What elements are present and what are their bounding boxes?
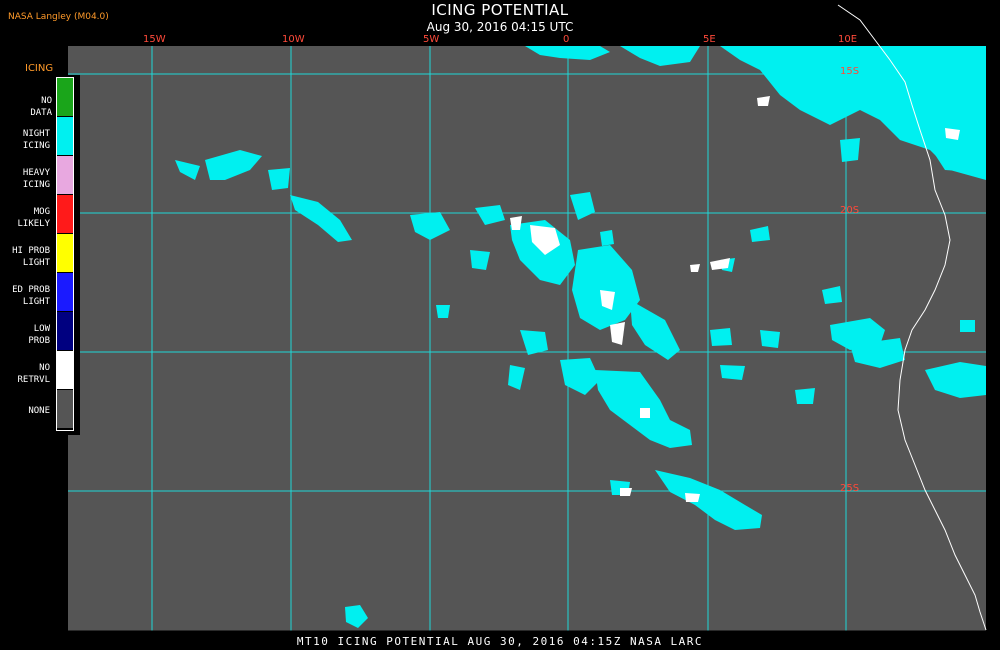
provider-label: NASA Langley (M04.0): [8, 12, 109, 22]
legend-label-mog-likely: MOG LIKELY: [17, 207, 50, 229]
icing-map: [68, 4, 987, 632]
lat-label-25s: 25S: [840, 483, 860, 494]
legend-label-night-icing: NIGHT ICING: [22, 129, 50, 151]
legend-label-none: NONE: [28, 406, 50, 416]
legend-label-heavy-icing: HEAVY ICING: [22, 168, 50, 190]
lat-label-15s: 15S: [840, 66, 860, 77]
legend-label-no-retrvl: NO RETRVL: [17, 363, 50, 385]
legend-label-low-prob: LOW PROB: [28, 324, 50, 346]
page-title: ICING POTENTIAL: [431, 1, 569, 19]
legend-title: ICING: [25, 63, 54, 74]
legend-label-no-data: NO DATA: [30, 96, 52, 118]
legend-frame: [56, 77, 74, 431]
lon-label-5w: 5W: [423, 34, 440, 45]
legend-label-hi-prob-light: HI PROB LIGHT: [12, 246, 50, 268]
timestamp: Aug 30, 2016 04:15 UTC: [426, 20, 574, 34]
legend-label-med-prob-light: ED PROB LIGHT: [12, 285, 50, 307]
lon-label-10w: 10W: [282, 34, 305, 45]
footer-caption: MT10 ICING POTENTIAL AUG 30, 2016 04:15Z…: [296, 635, 704, 648]
lon-label-5e: 5E: [703, 34, 716, 45]
lat-label-20s: 20S: [840, 205, 860, 216]
lon-label-15w: 15W: [143, 34, 166, 45]
lon-label-10e: 10E: [838, 34, 858, 45]
lon-label-0: 0: [563, 34, 570, 45]
